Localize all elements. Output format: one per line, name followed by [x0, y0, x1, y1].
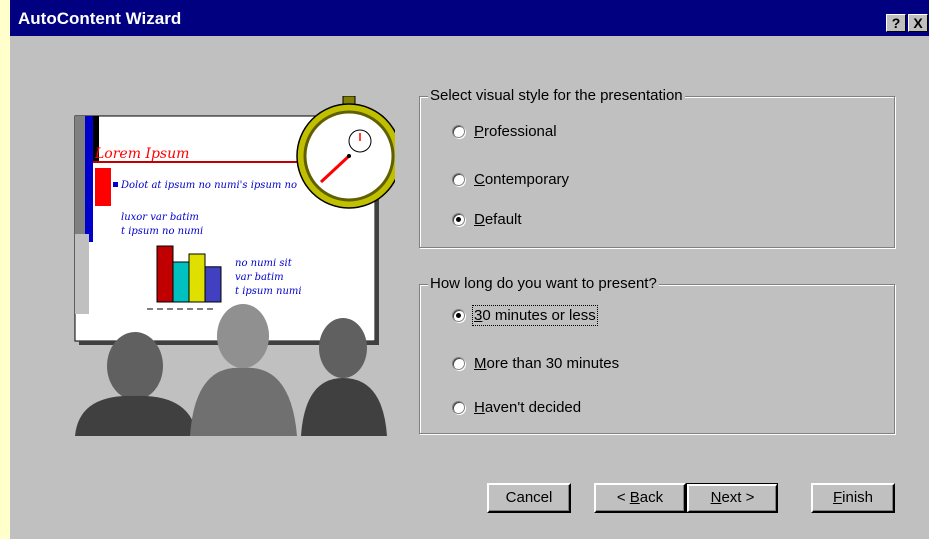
presentation-illustration: Lorem Ipsum Dolot at ipsum no numi's ips… [74, 96, 395, 436]
slide-chart-bullet-1: no numi sit [235, 258, 293, 269]
radio-30-minutes[interactable]: 30 minutes or less [452, 304, 598, 326]
slide-bullet-main: Dolot at ipsum no numi's ipsum no [120, 180, 297, 191]
radio-default[interactable]: Default [452, 209, 522, 229]
radio-button-havent-decided[interactable] [452, 400, 465, 414]
cancel-button[interactable]: Cancel [487, 483, 571, 513]
slide-chart-bar [204, 266, 222, 303]
radio-havent-decided[interactable]: Haven't decided [452, 397, 581, 417]
radio-label-professional: Professional [474, 122, 557, 140]
radio-button-30-minutes[interactable] [452, 308, 465, 322]
slide-title: Lorem Ipsum [94, 146, 189, 162]
visual-style-group-title: Select visual style for the presentation [428, 87, 685, 104]
radio-more-than-30[interactable]: More than 30 minutes [452, 353, 619, 373]
radio-button-professional[interactable] [452, 124, 465, 138]
next-button[interactable]: Next > [686, 483, 778, 513]
slide-chart-bullet-3: t ipsum numi [235, 286, 302, 297]
radio-button-more-than-30[interactable] [452, 356, 465, 370]
presentation-length-group: How long do you want to present? 30 minu… [419, 275, 895, 434]
radio-label-more-than-30: More than 30 minutes [474, 354, 620, 372]
slide-sub-bullet-2: t ipsum no numi [121, 226, 203, 237]
radio-dot-default [456, 216, 461, 222]
radio-professional[interactable]: Professional [452, 121, 557, 141]
radio-contemporary[interactable]: Contemporary [452, 169, 569, 189]
finish-button[interactable]: Finish [811, 483, 895, 513]
window-title: AutoContent Wizard [18, 9, 182, 28]
help-button[interactable]: ? [886, 14, 906, 32]
radio-label-havent-decided: Haven't decided [474, 398, 582, 416]
stopwatch-icon [296, 96, 395, 209]
autocontent-wizard-dialog: AutoContent Wizard ? X Lorem Ipsum Dolot… [10, 0, 929, 539]
close-button[interactable]: X [908, 14, 928, 32]
back-button[interactable]: < Back [594, 483, 686, 513]
slide-sub-bullet-1: luxor var batim [121, 212, 199, 223]
slide-chart-bar [156, 245, 174, 303]
radio-label-default: Default [474, 210, 522, 228]
radio-label-30-minutes: 30 minutes or less [472, 304, 598, 326]
visual-style-group: Select visual style for the presentation… [419, 87, 895, 248]
slide-chart-bar [188, 253, 206, 303]
radio-button-default[interactable] [452, 212, 465, 226]
radio-button-contemporary[interactable] [452, 172, 465, 186]
title-bar: AutoContent Wizard ? X [10, 0, 929, 36]
radio-label-contemporary: Contemporary [474, 170, 570, 188]
next-button-face: Next > [687, 484, 777, 512]
presentation-length-group-title: How long do you want to present? [428, 275, 659, 292]
slide-chart-bar [172, 261, 190, 303]
slide-chart-bullet-2: var batim [235, 272, 284, 283]
radio-dot-30-minutes [456, 312, 461, 318]
